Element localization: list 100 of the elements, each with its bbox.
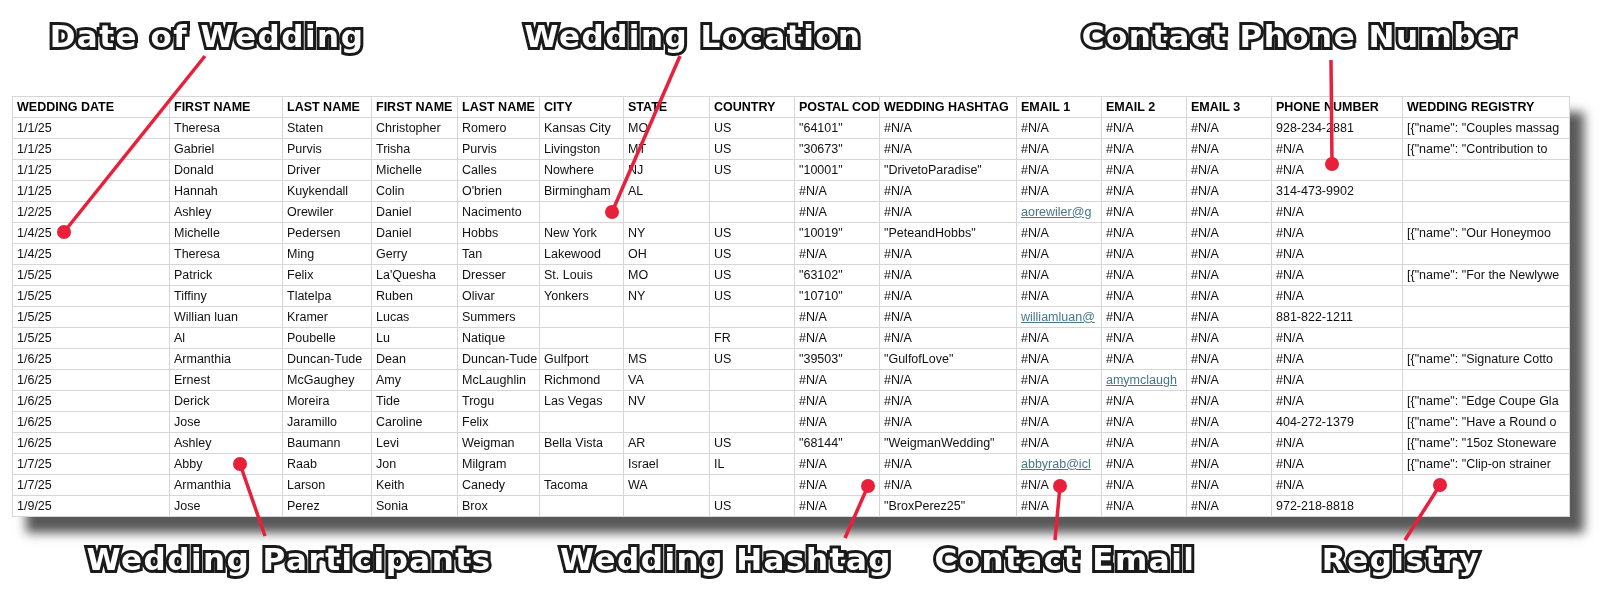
table-cell-text: #N/A xyxy=(1021,119,1049,137)
column-header: POSTAL COD xyxy=(799,98,880,116)
table-cell-text: Caroline xyxy=(376,413,423,431)
table-cell-text: 1/1/25 xyxy=(17,182,52,200)
table-cell-text: Ashley xyxy=(174,434,212,452)
leader-line xyxy=(1403,478,1447,541)
table-cell-text: Armanthia xyxy=(174,350,231,368)
table-cell-text: Dresser xyxy=(462,266,506,284)
table-cell-text: FR xyxy=(714,329,731,347)
table-cell-text: Jaramillo xyxy=(287,413,337,431)
table-cell-text: #N/A xyxy=(1021,182,1049,200)
table-cell-text: St. Louis xyxy=(544,266,593,284)
table-cell-text: #N/A xyxy=(884,392,912,410)
table-cell-text: #N/A xyxy=(1276,371,1304,389)
email-link[interactable]: williamluan@ xyxy=(1021,307,1095,327)
table-cell-text: #N/A xyxy=(799,371,827,389)
table-cell-text: [{"name": "Contribution to xyxy=(1407,140,1548,158)
table-cell-text: Ming xyxy=(287,245,315,263)
table-cell-text: Gabriel xyxy=(174,140,215,158)
table-cell-text: MO xyxy=(628,119,649,137)
table-cell-text: #N/A xyxy=(1191,329,1219,347)
table-cell-text: Purvis xyxy=(287,140,322,158)
table-cell-text: Felix xyxy=(462,413,489,431)
table-cell-text: 404-272-1379 xyxy=(1276,413,1354,431)
table-cell-text: #N/A xyxy=(1106,434,1134,452)
column-header: FIRST NAME xyxy=(174,98,251,116)
table-cell-text: #N/A xyxy=(1276,350,1304,368)
table-cell-text: #N/A xyxy=(884,308,912,326)
table-cell-text: #N/A xyxy=(1191,308,1219,326)
table-cell-text: Tacoma xyxy=(544,476,588,494)
table-cell-text: 1/1/25 xyxy=(17,161,52,179)
table-cell-text: Trogu xyxy=(462,392,495,410)
table-cell-text: Gerry xyxy=(376,245,408,263)
table-cell-text: Tide xyxy=(376,392,400,410)
table-cell-text: #N/A xyxy=(1021,329,1049,347)
table-cell-text: "10019" xyxy=(799,224,843,242)
table-cell-text: #N/A xyxy=(1191,497,1219,515)
table-cell-text: Canedy xyxy=(462,476,506,494)
table-cell-text: #N/A xyxy=(1276,140,1304,158)
table-cell-text: #N/A xyxy=(884,476,912,494)
column-header: LAST NAME xyxy=(287,98,360,116)
table-cell-text: Trisha xyxy=(376,140,411,158)
table-cell-text: 1/5/25 xyxy=(17,266,52,284)
table-cell-text: Ashley xyxy=(174,203,212,221)
table-cell-text: "64101" xyxy=(799,119,843,137)
table-cell-text: #N/A xyxy=(1191,224,1219,242)
table-cell-text: Kuykendall xyxy=(287,182,349,200)
table-cell-text: #N/A xyxy=(799,455,827,473)
table-cell-text: NY xyxy=(628,287,646,305)
table-cell-text: MS xyxy=(628,350,647,368)
table-cell-text: [{"name": "15oz Stoneware xyxy=(1407,434,1557,452)
table-cell-text: [{"name": "Couples massag xyxy=(1407,119,1560,137)
table-cell-text: Ernest xyxy=(174,371,211,389)
table-cell-text: 1/6/25 xyxy=(17,434,52,452)
table-cell-text: 1/6/25 xyxy=(17,350,52,368)
table-cell-text: "30673" xyxy=(799,140,843,158)
column-header: WEDDING REGISTRY xyxy=(1407,98,1535,116)
column-header: WEDDING DATE xyxy=(17,98,114,116)
table-cell-text: Natique xyxy=(462,329,506,347)
table-cell-text: #N/A xyxy=(1021,497,1049,515)
table-cell-text: Felix xyxy=(287,266,314,284)
table-cell-text: #N/A xyxy=(799,308,827,326)
table-cell-text: Romero xyxy=(462,119,507,137)
table-cell-text: #N/A xyxy=(1106,413,1134,431)
table-cell-text: Baumann xyxy=(287,434,341,452)
table-cell-text: "WeigmanWedding" xyxy=(884,434,995,452)
table-cell-text: "GulfofLove" xyxy=(884,350,954,368)
table-cell-text: 1/7/25 xyxy=(17,476,52,494)
table-cell-text: #N/A xyxy=(1106,266,1134,284)
table-cell-text: #N/A xyxy=(1021,413,1049,431)
table-cell-text: US xyxy=(714,266,732,284)
table-cell-text: #N/A xyxy=(1191,161,1219,179)
table-cell-text: #N/A xyxy=(1191,203,1219,221)
table-cell-text: #N/A xyxy=(1191,266,1219,284)
table-cell-text: #N/A xyxy=(1106,119,1134,137)
table-cell-text: Olivar xyxy=(462,287,495,305)
table-cell-text: Levi xyxy=(376,434,399,452)
email-link[interactable]: abbyrab@icl xyxy=(1021,454,1091,474)
table-cell-text: #N/A xyxy=(1106,308,1134,326)
table-cell-text: US xyxy=(714,434,732,452)
table-cell-text: #N/A xyxy=(1106,392,1134,410)
table-cell-text: Amy xyxy=(376,371,401,389)
table-cell-text: 1/5/25 xyxy=(17,329,52,347)
table-cell-text: Michelle xyxy=(376,161,422,179)
table-cell-text: [{"name": "Have a Round o xyxy=(1407,413,1557,431)
table-cell-text: US xyxy=(714,287,732,305)
table-cell-text: [{"name": "For the Newlywe xyxy=(1407,266,1560,284)
table-cell-text: #N/A xyxy=(884,455,912,473)
table-cell-text: O'brien xyxy=(462,182,502,200)
table-cell-text: Orewiler xyxy=(287,203,334,221)
table-cell-text: #N/A xyxy=(884,266,912,284)
email-link[interactable]: amymclaugh xyxy=(1106,370,1177,390)
table-cell-text: US xyxy=(714,161,732,179)
table-cell-text: Keith xyxy=(376,476,405,494)
table-cell-text: Poubelle xyxy=(287,329,336,347)
email-link[interactable]: aorewiler@g xyxy=(1021,202,1092,222)
table-cell-text: #N/A xyxy=(1191,434,1219,452)
table-cell-text: 1/2/25 xyxy=(17,203,52,221)
table-cell-text: #N/A xyxy=(884,119,912,137)
table-cell-text: US xyxy=(714,245,732,263)
